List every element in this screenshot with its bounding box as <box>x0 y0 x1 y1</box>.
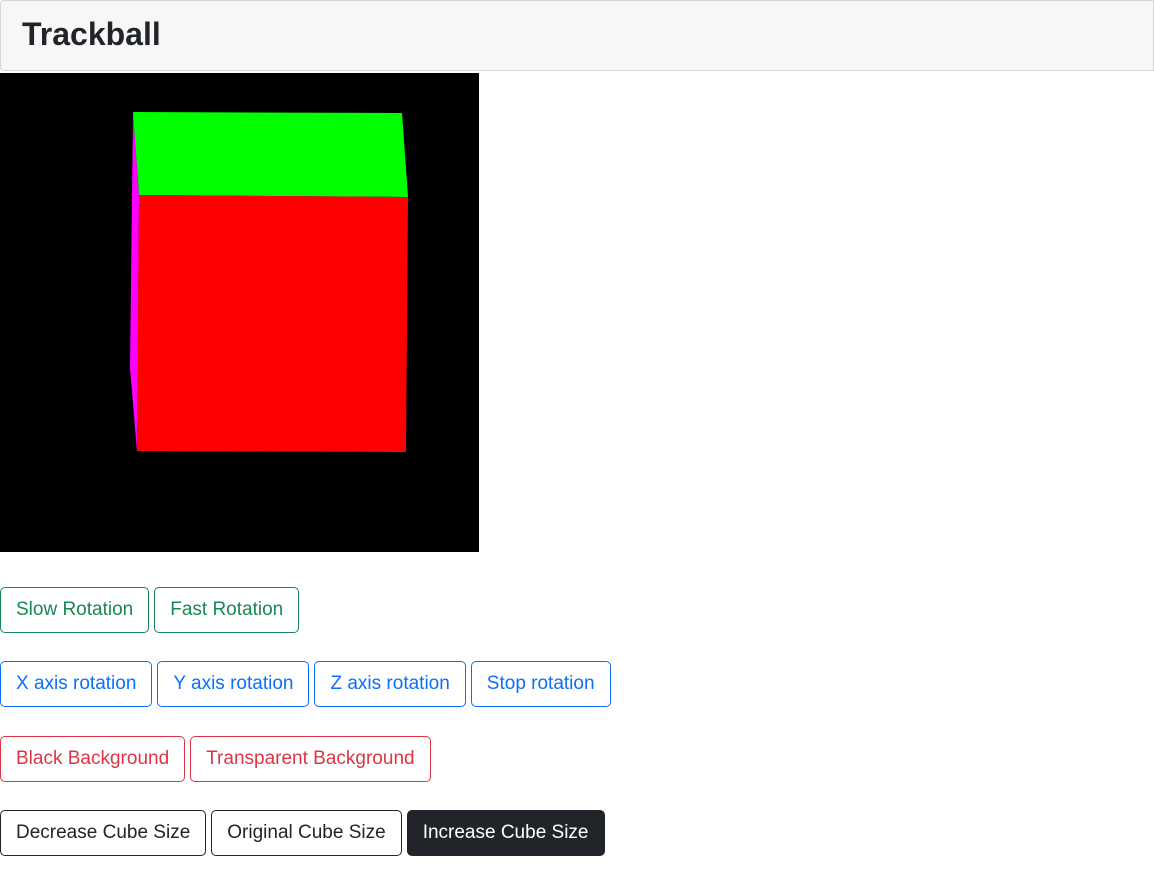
rotation-speed-group: Slow Rotation Fast Rotation <box>0 587 300 633</box>
increase-cube-size-button[interactable]: Increase Cube Size <box>406 810 605 856</box>
slow-rotation-button[interactable]: Slow Rotation <box>0 587 150 633</box>
fast-rotation-button[interactable]: Fast Rotation <box>154 587 300 633</box>
decrease-cube-size-button[interactable]: Decrease Cube Size <box>0 810 207 856</box>
y-axis-rotation-button[interactable]: Y axis rotation <box>157 661 310 707</box>
stop-rotation-button[interactable]: Stop rotation <box>470 661 611 707</box>
cube-size-group: Decrease Cube Size Original Cube Size In… <box>0 810 605 856</box>
z-axis-rotation-button[interactable]: Z axis rotation <box>314 661 466 707</box>
original-cube-size-button[interactable]: Original Cube Size <box>211 810 402 856</box>
background-group: Black Background Transparent Background <box>0 736 431 782</box>
trackball-canvas[interactable] <box>0 73 479 552</box>
rotation-axis-group: X axis rotation Y axis rotation Z axis r… <box>0 661 611 707</box>
page-title: Trackball <box>22 16 161 52</box>
cube-render[interactable] <box>0 73 479 552</box>
cube-front-face <box>137 195 408 452</box>
x-axis-rotation-button[interactable]: X axis rotation <box>0 661 153 707</box>
black-background-button[interactable]: Black Background <box>0 736 186 782</box>
cube-top-face <box>133 112 408 197</box>
transparent-background-button[interactable]: Transparent Background <box>190 736 431 782</box>
app-header: Trackball <box>0 0 1154 71</box>
